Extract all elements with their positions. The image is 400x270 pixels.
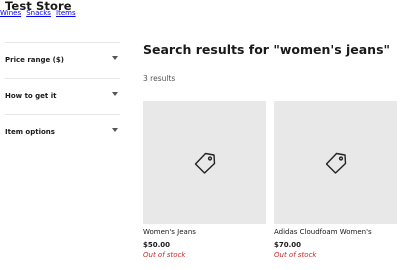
filter-sidebar: Price range ($) How to get it Item optio… [5, 42, 120, 150]
product-card[interactable]: Adidas Cloudfoam Women's $70.00 Out of s… [274, 101, 397, 259]
page: Test Store Wines Snacks Items Price rang… [0, 0, 400, 270]
page-title: Search results for "women's jeans" [143, 42, 391, 57]
filter-item-options[interactable]: Item options [5, 114, 120, 150]
filter-label: Item options [5, 128, 55, 136]
product-name[interactable]: Adidas Cloudfoam Women's [274, 228, 397, 236]
filter-how-to-get-it[interactable]: How to get it [5, 78, 120, 114]
store-logo[interactable]: Test Store [5, 0, 72, 13]
chevron-down-icon [112, 56, 118, 60]
results-count: 3 results [143, 74, 176, 83]
product-name[interactable]: Women's Jeans [143, 228, 266, 236]
tag-icon [194, 152, 215, 174]
filter-label: Price range ($) [5, 56, 64, 64]
stock-status: Out of stock [274, 251, 317, 259]
product-image-placeholder[interactable] [274, 101, 397, 224]
filter-label: How to get it [5, 92, 57, 100]
stock-status: Out of stock [143, 251, 186, 259]
product-card[interactable]: Women's Jeans $50.00 Out of stock [143, 101, 266, 259]
chevron-down-icon [112, 92, 118, 96]
product-image-placeholder[interactable] [143, 101, 266, 224]
filter-price-range[interactable]: Price range ($) [5, 42, 120, 78]
chevron-down-icon [112, 128, 118, 132]
product-price: $50.00 [143, 241, 171, 249]
tag-icon [325, 152, 346, 174]
product-price: $70.00 [274, 241, 302, 249]
